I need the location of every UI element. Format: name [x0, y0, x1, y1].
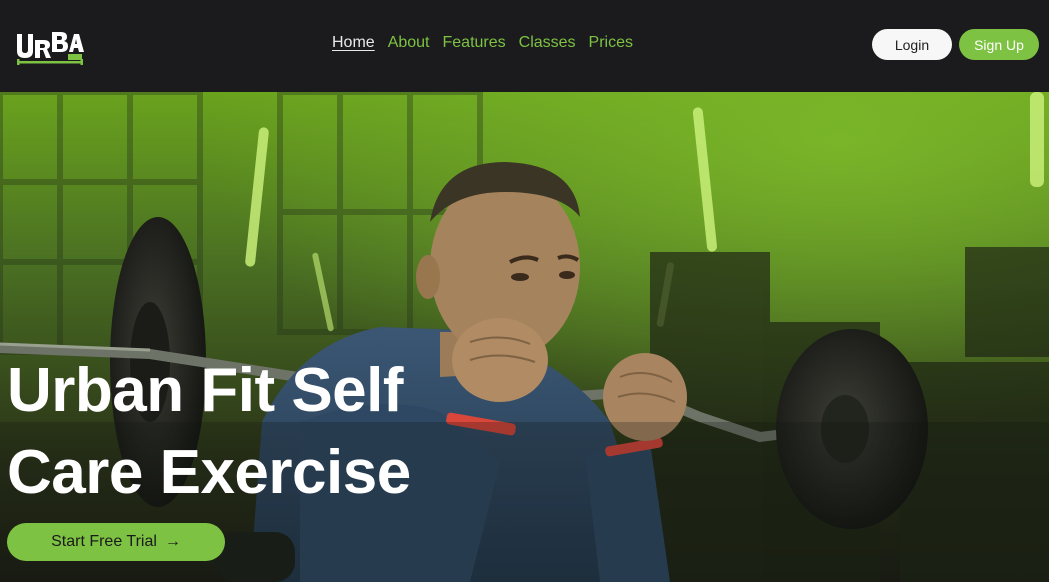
nav-prices-link[interactable]: Prices — [589, 34, 633, 52]
nav-classes-link[interactable]: Classes — [519, 34, 576, 52]
hero-title-line-2: Care Exercise — [7, 438, 411, 507]
nav-home-link[interactable]: Home — [332, 34, 375, 52]
hero-title: Urban Fit Self Care Exercise — [7, 350, 527, 514]
nav-about-link[interactable]: About — [388, 34, 430, 52]
login-button[interactable]: Login — [872, 29, 952, 60]
logo-mark-icon — [17, 32, 84, 65]
site-header: Home About Features Classes Prices Login… — [0, 0, 1049, 92]
urban-fit-logo[interactable] — [14, 26, 86, 70]
main-nav: Home About Features Classes Prices — [332, 34, 633, 52]
signup-button[interactable]: Sign Up — [959, 29, 1039, 60]
hero-section: Urban Fit Self Care Exercise Start Free … — [0, 92, 1049, 582]
hero-title-line-1: Urban Fit Self — [7, 356, 404, 425]
arrow-right-icon: → — [164, 533, 181, 550]
start-free-trial-button[interactable]: Start Free Trial → — [7, 523, 225, 561]
nav-features-link[interactable]: Features — [443, 34, 506, 52]
cta-label: Start Free Trial — [51, 533, 157, 550]
page: Home About Features Classes Prices Login… — [0, 0, 1049, 582]
